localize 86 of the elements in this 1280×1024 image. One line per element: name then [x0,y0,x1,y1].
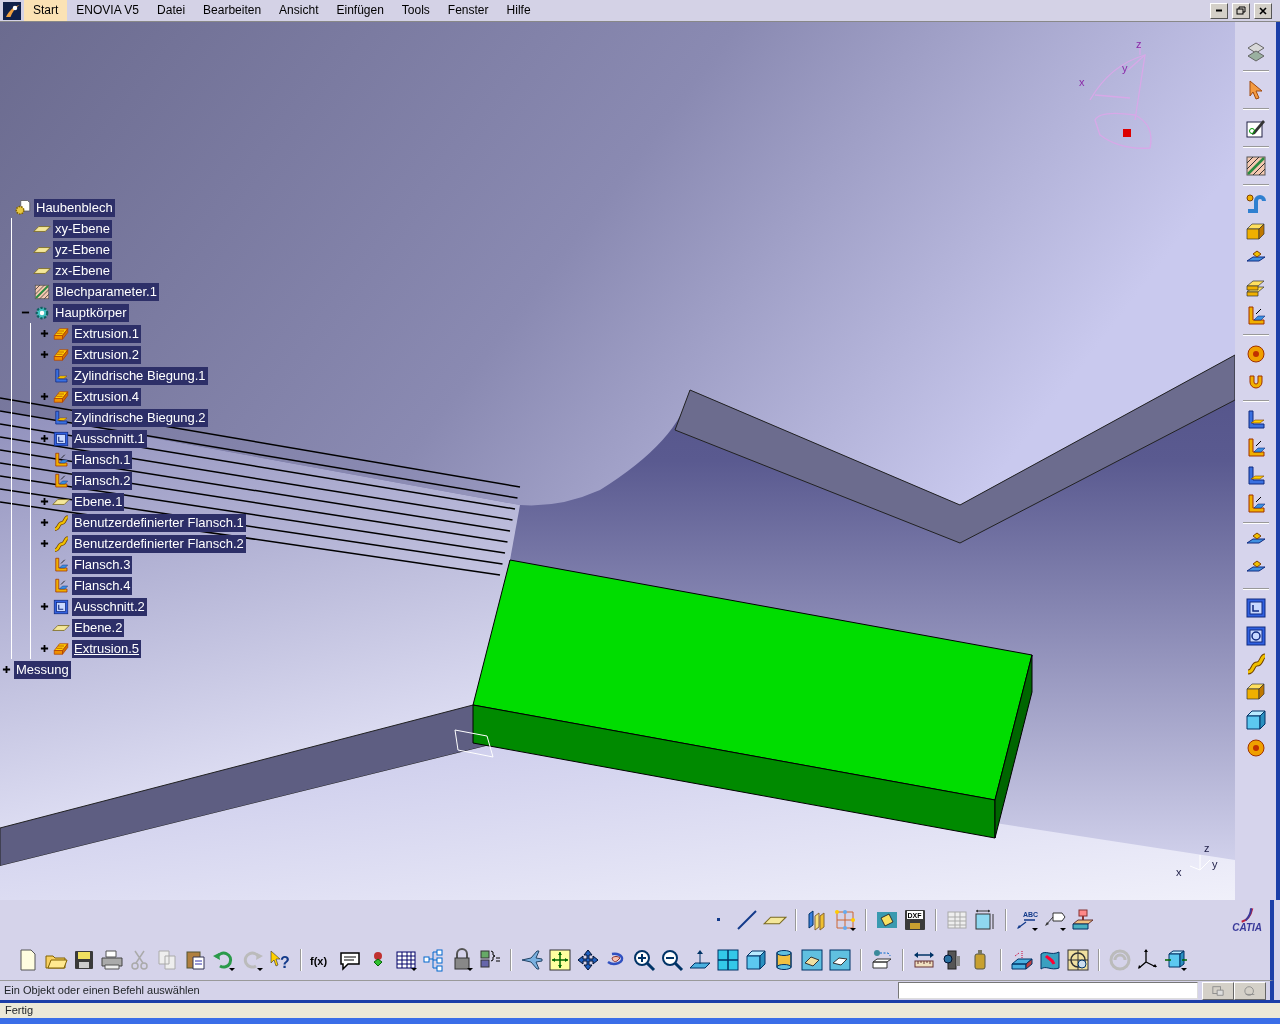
gear-page-icon [14,198,32,217]
axis-icon[interactable] [1136,948,1160,972]
expand-icon[interactable] [40,497,49,506]
formula-icon[interactable]: f(x) [310,948,334,972]
clipboard-icon[interactable] [184,948,208,972]
logo-text: CATIA [1232,923,1262,933]
status-button[interactable] [1202,981,1234,1000]
l-bracket-icon [52,576,70,595]
minimize-icon [1215,9,1223,12]
printer-icon[interactable] [100,948,124,972]
airplane-icon[interactable] [520,948,544,972]
sheet-axis-icon[interactable] [1010,948,1034,972]
axis-label: z [1204,842,1210,854]
status-button[interactable] [1234,981,1266,1000]
l-bracket-icon [52,450,70,469]
zoom-in-icon[interactable] [632,948,656,972]
line-icon[interactable] [735,908,759,932]
cube-icon[interactable] [744,948,768,972]
dimension-box-icon[interactable] [973,908,997,932]
expand-icon[interactable] [40,602,49,611]
swap-icon[interactable] [870,948,894,972]
restore-icon [1236,5,1246,16]
menu-item[interactable]: Fenster [438,0,498,21]
curved-strip-icon [52,513,70,532]
expand-icon[interactable] [40,539,49,548]
stamp-icon[interactable] [1071,908,1095,932]
table-icon[interactable] [394,948,418,972]
curved-strip-icon [52,534,70,553]
grid-icon[interactable] [833,908,857,932]
l-bracket-icon [52,471,70,490]
shaded-view-icon[interactable] [800,948,824,972]
normal-view-icon[interactable] [688,948,712,972]
cube-icon[interactable] [1243,708,1268,732]
close-button[interactable] [1254,2,1272,19]
expand-icon[interactable] [40,329,49,338]
status-prompt: Ein Objekt oder einen Befehl auswählen [3,983,200,999]
axis-label: z [1136,38,1142,50]
square-frame-icon[interactable] [1243,596,1268,620]
square-ring-icon[interactable] [1243,624,1268,648]
close-icon [1258,5,1268,16]
menu-item[interactable]: Bearbeiten [194,0,271,21]
pan-icon[interactable] [576,948,600,972]
pipe-icon[interactable] [1243,192,1268,216]
plane-icon [33,266,51,275]
axis-label: y [1122,62,1128,74]
tree-diagram-icon[interactable] [422,948,446,972]
menu-item[interactable]: ENOVIA V5 [67,0,149,21]
selection-frame [454,729,494,758]
expand-icon[interactable] [40,518,49,527]
l-bracket-icon [52,408,70,427]
expand-icon[interactable] [40,434,49,443]
target-icon[interactable] [1066,948,1090,972]
restore-button[interactable] [1232,2,1250,19]
app-icon[interactable] [2,1,22,20]
menu-item[interactable]: Datei [148,0,195,21]
zoom-out-icon[interactable] [660,948,684,972]
menu-item[interactable]: Ansicht [270,0,328,21]
expand-icon[interactable] [40,392,49,401]
cube-arrows-icon[interactable] [1164,948,1188,972]
plane-icon [33,224,51,233]
l-bracket-icon [52,555,70,574]
menu-item[interactable]: Tools [392,0,439,21]
fit-all-icon[interactable] [548,948,572,972]
menu-item[interactable]: Hilfe [497,0,540,21]
expand-icon[interactable] [2,665,11,674]
command-field[interactable] [898,982,1198,999]
axis-triad-icon [1189,854,1211,871]
l-bracket-icon [52,366,70,385]
axis-label: x [1176,866,1182,878]
menu-item[interactable]: Einfügen [327,0,393,21]
plane-icon[interactable] [763,915,787,925]
minimize-button[interactable] [1210,2,1228,19]
shaded-view-icon[interactable] [828,948,852,972]
plane-icon [52,497,70,506]
quad-view-icon[interactable] [716,948,740,972]
expand-icon[interactable] [40,350,49,359]
axis-label: x [1079,76,1085,88]
hatched-square-icon[interactable] [1243,154,1268,178]
status-text: Fertig [5,1004,34,1016]
plane-icon [52,623,70,632]
surface-icon[interactable] [1038,948,1062,972]
menu-item[interactable]: Start [24,0,68,21]
axis-label: y [1212,858,1218,870]
window-icon [1210,984,1226,997]
expand-icon[interactable] [40,644,49,653]
plane-icon [33,245,51,254]
